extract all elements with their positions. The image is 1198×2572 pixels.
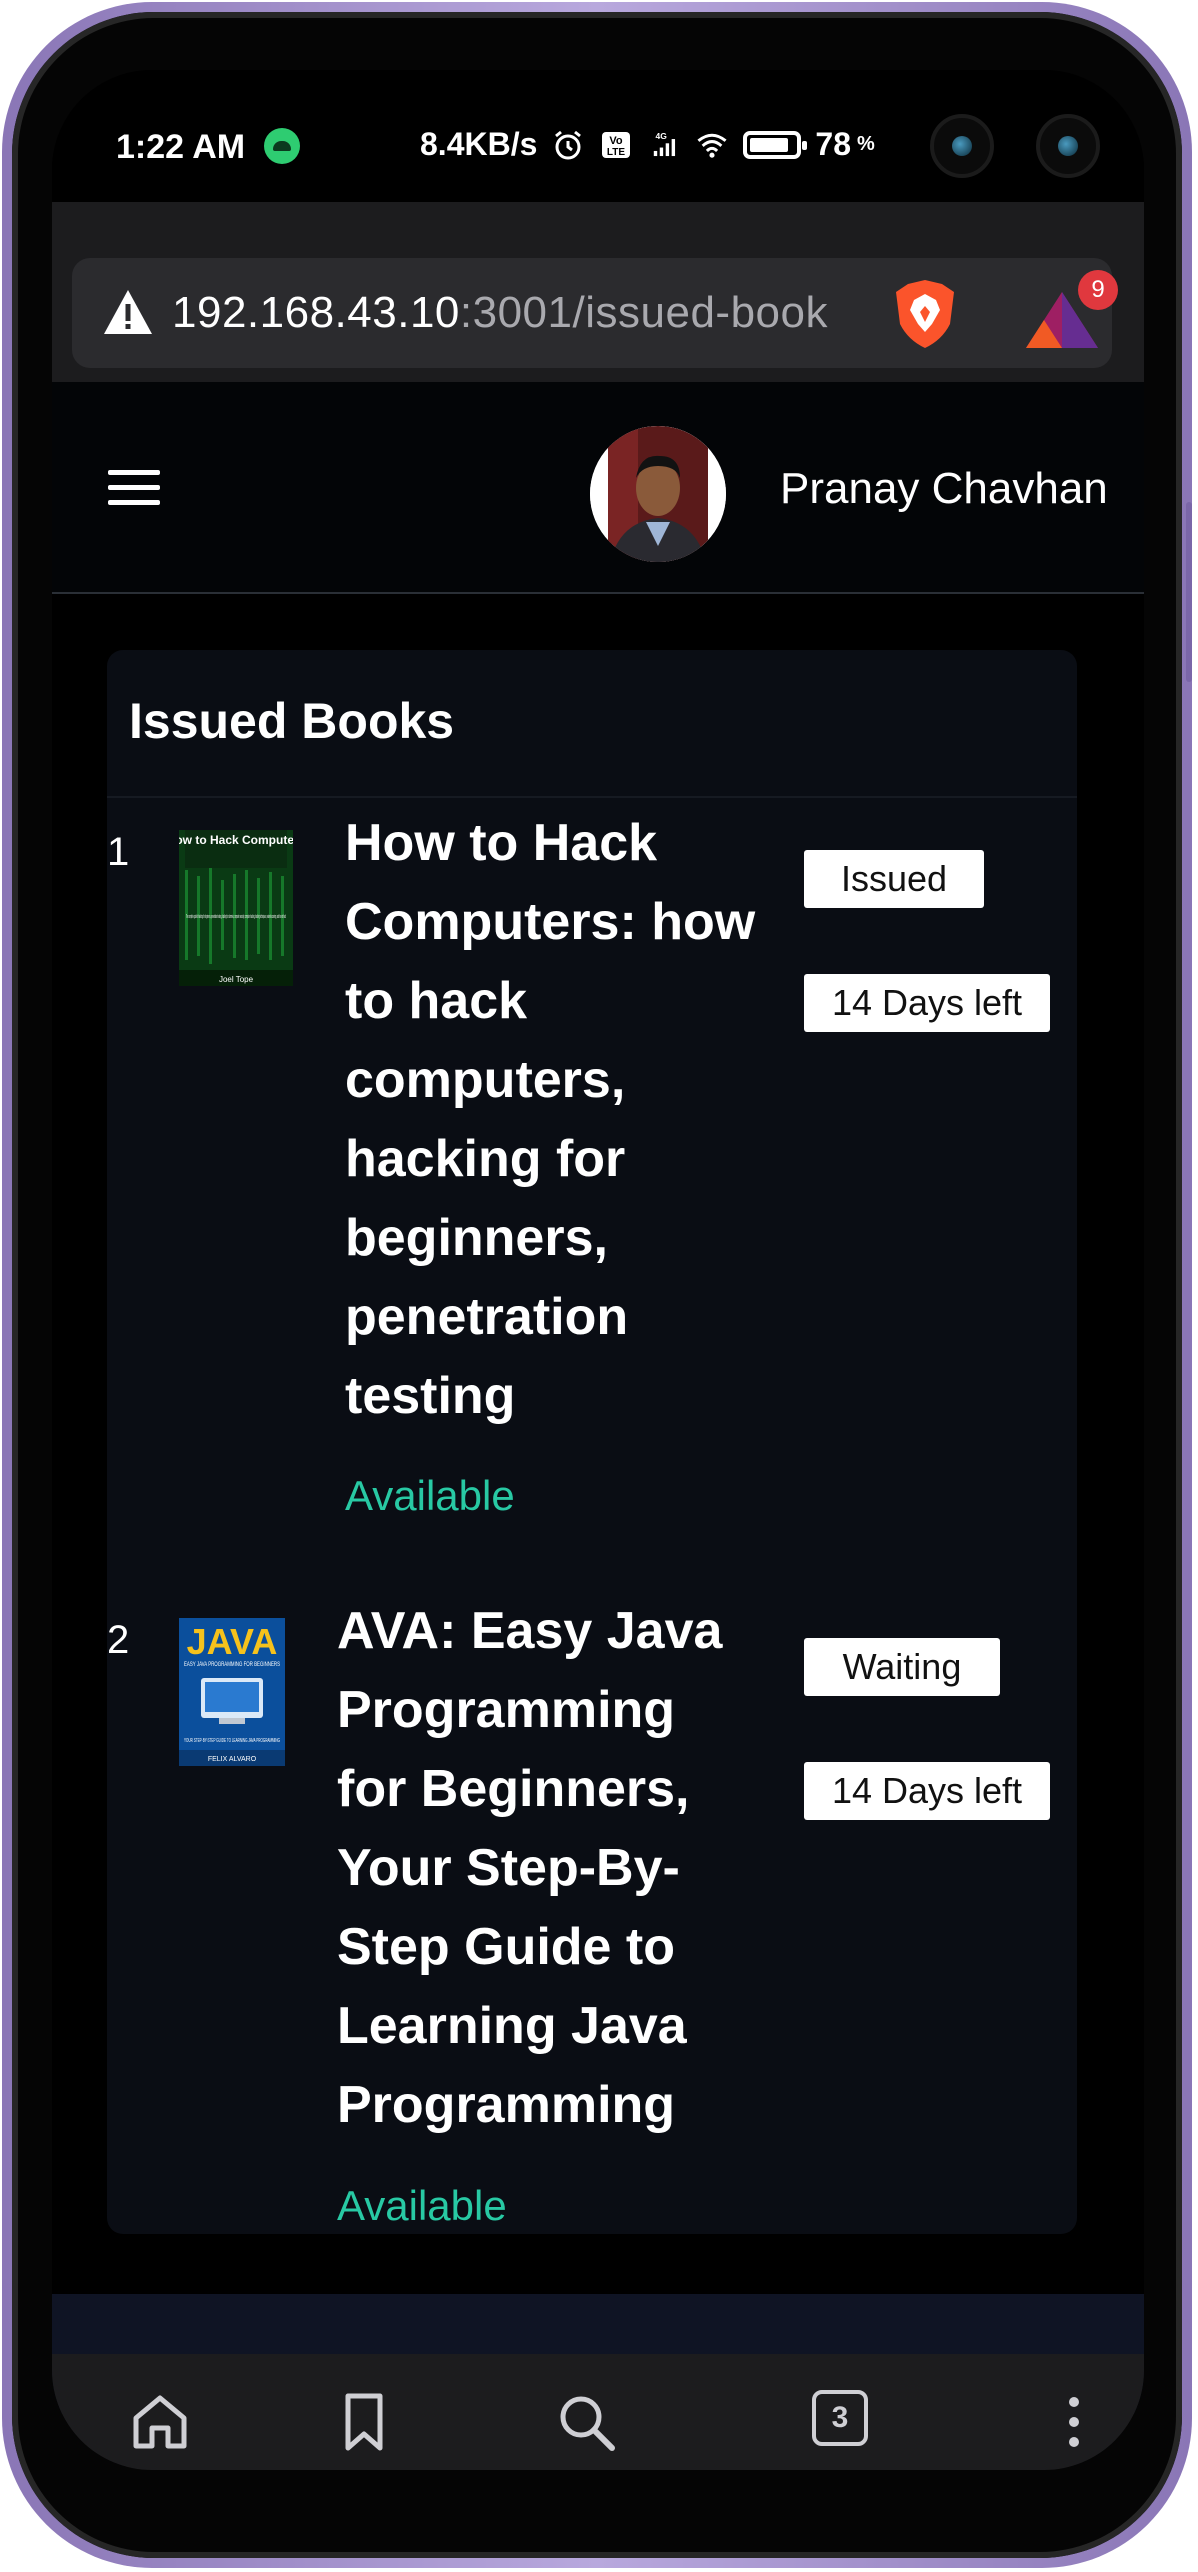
book-title[interactable]: How to Hack Computers: how to hack compu… (345, 804, 765, 1436)
availability-status: Available (337, 2182, 507, 2229)
search-icon[interactable] (554, 2390, 618, 2454)
cover-image: How to Hack Computers The complete guide… (179, 830, 293, 986)
book-title-line: Computers: how (345, 893, 756, 951)
issued-books-card: Issued Books 1 w to Hack Compute The com… (107, 650, 1077, 2234)
home-icon[interactable] (128, 2390, 192, 2454)
cover-title-line-1: How to Hack Computers (179, 833, 293, 847)
signal-icon: 4G (654, 131, 676, 156)
phone-bezel: 1:22 AM 8.4KB/s Vo LTE 4G 78 % 192.168.4… (12, 12, 1182, 2558)
wifi-icon (697, 133, 727, 158)
network-speed: 8.4KB/s (420, 126, 538, 162)
cover-image: JAVA EASY JAVA PROGRAMMING FOR BEGINNERS… (179, 1618, 285, 1766)
android-notification-icon (264, 128, 300, 164)
front-camera-left (930, 114, 994, 178)
cover-author: FELIX ALVARO (208, 1756, 257, 1763)
row-index: 1 (107, 830, 130, 874)
availability-status: Available (345, 1472, 515, 1519)
book-title-line: for Beginners, (337, 1760, 690, 1818)
cover-subtitle: EASY JAVA PROGRAMMING FOR BEGINNERS (184, 1662, 280, 1668)
svg-text:4G: 4G (656, 131, 668, 141)
alarm-icon (555, 130, 582, 159)
issue-status-badge: Waiting (804, 1638, 1000, 1696)
book-title-line: to hack (345, 972, 528, 1030)
battery-percent-sign: % (856, 133, 875, 155)
book-title-line: beginners, (345, 1209, 608, 1267)
book-title-line: hacking for (345, 1130, 626, 1188)
book-title-line: testing (345, 1367, 516, 1425)
book-title[interactable]: AVA: Easy Java Programming for Beginners… (337, 1592, 757, 2145)
svg-text:LTE: LTE (607, 147, 625, 158)
book-title-line: Programming (337, 2076, 676, 2134)
book-title-line: How to Hack (345, 814, 658, 872)
status-bar: 1:22 AM 8.4KB/s Vo LTE 4G 78 % (52, 70, 1144, 202)
cover-blurb: The complete guide to hacking for beginn… (186, 914, 286, 920)
rewards-badge: 9 (1078, 270, 1118, 310)
brave-shield-icon[interactable] (892, 278, 958, 350)
days-left-badge: 14 Days left (804, 974, 1050, 1032)
days-left-badge: 14 Days left (804, 1762, 1050, 1820)
browser-top-bar: 192.168.43.10:3001/issued-book 9 (52, 202, 1144, 382)
warning-icon[interactable] (102, 286, 154, 338)
book-title-line: Your Step-By- (337, 1839, 680, 1897)
battery-percent: 78 (815, 126, 851, 162)
url-host: 192.168.43.10 (172, 288, 460, 337)
user-avatar[interactable] (590, 426, 726, 562)
book-title-line: computers, (345, 1051, 626, 1109)
url-bar[interactable]: 192.168.43.10:3001/issued-book 9 (72, 258, 1118, 368)
book-row: 2 JAVA EASY JAVA PROGRAMMING FOR BEGINNE… (107, 1586, 1077, 2229)
book-cover-hacking[interactable]: How to Hack Computers The complete guide… (179, 830, 293, 986)
bookmark-icon[interactable] (332, 2390, 396, 2454)
app-header: Pranay Chavhan (52, 382, 1144, 594)
screen: 1:22 AM 8.4KB/s Vo LTE 4G 78 % 192.168.4… (52, 70, 1144, 2470)
book-title-line: penetration (345, 1288, 629, 1346)
row-index: 2 (107, 1618, 130, 1662)
cover-title: JAVA (187, 1621, 278, 1662)
url-path: :3001/issued-book (459, 288, 828, 337)
issue-status-badge: Issued (804, 850, 984, 908)
status-indicators: 8.4KB/s Vo LTE 4G 78 % (420, 126, 875, 163)
side-button (1186, 502, 1192, 682)
front-camera-right (1036, 114, 1100, 178)
battery-icon (743, 130, 808, 159)
browser-bottom-toolbar: 3 (52, 2354, 1144, 2470)
hamburger-menu-icon[interactable] (108, 470, 160, 510)
avatar-photo (590, 426, 726, 562)
book-row: 1 w to Hack Compute The complete guide t… (107, 798, 1077, 1538)
url-text[interactable]: 192.168.43.10:3001/issued-book (172, 288, 828, 338)
status-time: 1:22 AM (116, 128, 246, 166)
user-name[interactable]: Pranay Chavhan (780, 464, 1108, 514)
cover-tagline: YOUR STEP-BY-STEP GUIDE TO LEARNING JAVA… (184, 1738, 280, 1744)
cover-author: Joel Tope (219, 975, 254, 984)
tabs-icon[interactable]: 3 (812, 2390, 868, 2446)
book-title-line: Learning Java (337, 1997, 687, 2055)
book-title-line: AVA: Easy Java (337, 1602, 723, 1660)
book-cover-java[interactable]: JAVA EASY JAVA PROGRAMMING FOR BEGINNERS… (179, 1618, 285, 1766)
card-title: Issued Books (107, 650, 1077, 798)
phone-frame: 1:22 AM 8.4KB/s Vo LTE 4G 78 % 192.168.4… (2, 2, 1192, 2568)
main-content: Issued Books 1 w to Hack Compute The com… (52, 594, 1144, 2294)
more-icon[interactable] (1042, 2390, 1106, 2454)
svg-text:Vo: Vo (610, 135, 624, 147)
book-title-line: Step Guide to (337, 1918, 675, 1976)
book-title-line: Programming (337, 1681, 676, 1739)
volte-icon: Vo LTE (602, 131, 631, 158)
